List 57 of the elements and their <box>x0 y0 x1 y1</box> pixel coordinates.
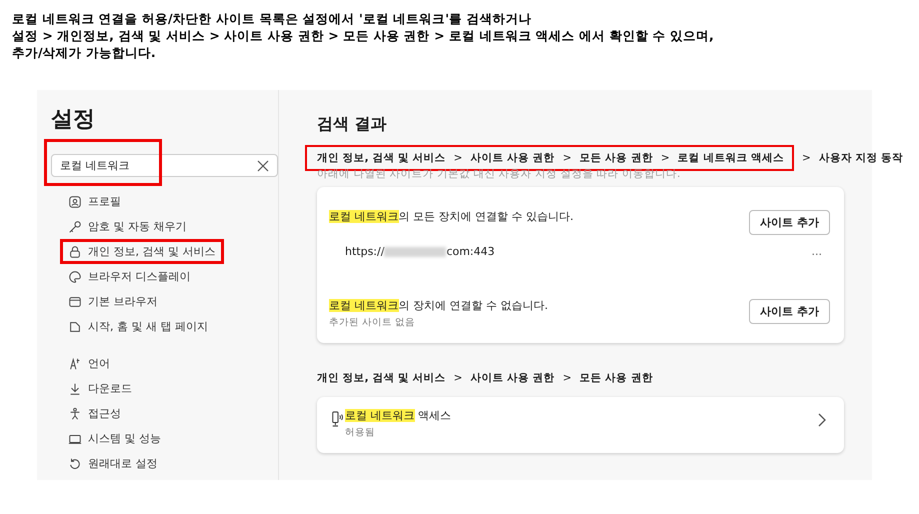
sidebar-item[interactable]: 원래대로 설정 <box>60 451 158 476</box>
more-button[interactable]: ... <box>812 245 822 258</box>
separator-text: > <box>562 372 572 384</box>
menu-icon <box>68 320 82 334</box>
caption-line: 설정 > 개인정보, 검색 및 서비스 > 사이트 사용 권한 > 모든 사용 권한 > 로컬 네트워크 액세스 에서 확인할 수 있으며, <box>12 27 715 44</box>
menu-icon <box>68 294 82 308</box>
site-url: https:// <box>345 245 384 258</box>
separator-text: > <box>660 152 670 164</box>
caption-line: 로컬 네트워크 연결을 허용/차단한 사이트 목록은 설정에서 '로컬 네트워크'를 검색하거나 <box>12 10 532 27</box>
breadcrumb-item[interactable]: 사용자 지정 동작 <box>818 151 904 165</box>
menu-icon <box>68 220 82 234</box>
breadcrumb-item[interactable]: 사이트 사용 권한 <box>470 151 555 165</box>
results-title: 검색 결과 <box>317 114 388 135</box>
section-title: 로컬 네트워크의 장치에 연결할 수 없습니다. <box>329 298 548 313</box>
menu-icon <box>68 244 82 258</box>
description-text: 아래에 나열된 사이트가 기본값 대신 사용자 지정 설정을 따라 이동합니다. <box>317 169 682 181</box>
sidebar-item[interactable]: 언어 <box>60 351 110 376</box>
breadcrumb-item[interactable]: 개인 정보, 검색 및 서비스 <box>317 151 446 165</box>
separator-text: > <box>562 152 572 164</box>
settings-row[interactable]: 로컬 네트워크 액세스 허용됨 <box>317 397 844 453</box>
sidebar-item[interactable]: 기본 브라우저 <box>60 289 158 314</box>
sidebar-item[interactable]: 프로필 <box>60 189 121 214</box>
search-field[interactable]: 로컬 네트워크 <box>51 154 278 177</box>
sidebar-item[interactable]: 다운로드 <box>60 376 132 401</box>
section-title: 로컬 네트워크의 모든 장치에 연결할 수 있습니다. <box>329 209 574 224</box>
sidebar-item[interactable]: 시작, 홈 및 새 탭 페이지 <box>60 314 208 339</box>
add-site-button[interactable]: 사이트 추가 <box>749 299 830 324</box>
menu-icon <box>68 456 82 470</box>
sidebar-item[interactable]: 암호 및 자동 채우기 <box>60 214 186 239</box>
menu-icon <box>68 356 82 370</box>
breadcrumb-item[interactable]: 사이트 사용 권한 <box>470 371 555 385</box>
menu-icon <box>68 270 82 284</box>
menu-icon <box>68 194 82 208</box>
device-icon <box>331 411 345 427</box>
breadcrumb-item[interactable]: 로컬 네트워크 액세스 <box>678 151 784 165</box>
breadcrumb-item[interactable]: 모든 사용 권한 <box>580 371 653 385</box>
close-icon[interactable] <box>257 160 269 172</box>
menu-icon <box>68 382 82 396</box>
breadcrumb-item[interactable]: 개인 정보, 검색 및 서비스 <box>317 371 446 385</box>
add-site-button[interactable]: 사이트 추가 <box>749 210 830 235</box>
settings-title: 설정 <box>51 106 96 134</box>
separator-text: > <box>454 152 462 164</box>
sidebar-item[interactable]: 접근성 <box>60 401 121 426</box>
row-title: 로컬 네트워크 액세스 <box>345 408 452 423</box>
sidebar-item[interactable]: 시스템 및 성능 <box>60 426 161 451</box>
sidebar-item[interactable]: 개인 정보, 검색 및 서비스 <box>60 239 224 264</box>
empty-note: 추가된 사이트 없음 <box>329 316 416 329</box>
separator-text: > <box>802 152 811 164</box>
menu-icon <box>68 406 82 420</box>
redacted-text <box>384 246 446 256</box>
site-url: com:443 <box>446 245 495 258</box>
separator-text: > <box>454 372 462 384</box>
caption-line: 추가/삭제가 가능합니다. <box>12 44 157 61</box>
breadcrumb-item[interactable]: 모든 사용 권한 <box>580 151 653 165</box>
chevron-icon <box>818 413 826 427</box>
sidebar-item[interactable]: 브라우저 디스플레이 <box>60 264 190 289</box>
status-text: 허용됨 <box>345 426 376 439</box>
